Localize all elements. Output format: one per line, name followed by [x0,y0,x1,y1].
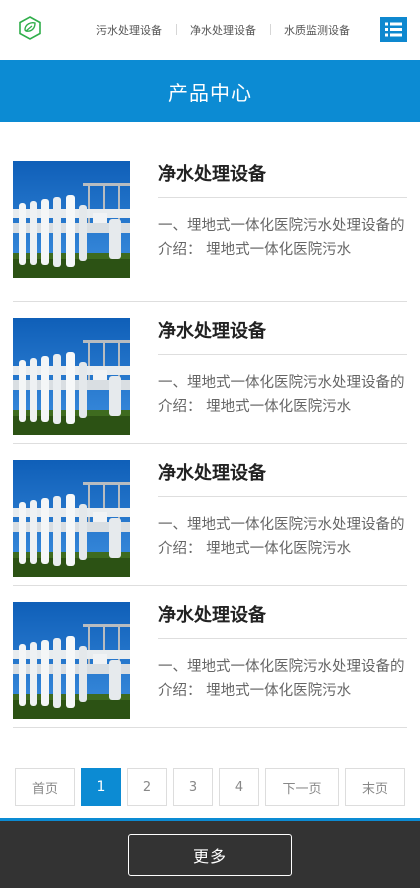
product-image[interactable] [13,602,130,719]
product-image[interactable] [13,460,130,577]
list-menu-button[interactable] [380,17,407,42]
list-menu-icon [385,22,402,37]
product-body: 净水处理设备 一、埋地式一体化医院污水处理设备的介绍： 埋地式一体化医院污水 [130,160,407,301]
footer-bar: 更多 [0,818,420,888]
last-page-button[interactable]: 末页 [345,768,405,806]
product-card[interactable]: 净水处理设备 一、埋地式一体化医院污水处理设备的介绍： 埋地式一体化医院污水 [13,586,407,728]
product-title[interactable]: 净水处理设备 [158,317,407,355]
page-button-4[interactable]: 4 [219,768,259,806]
page-button-1[interactable]: 1 [81,768,121,806]
product-image[interactable] [13,161,130,278]
page-title: 产品中心 [168,80,252,105]
page-banner: 产品中心 [0,60,420,122]
product-image[interactable] [13,318,130,435]
page-button-2[interactable]: 2 [127,768,167,806]
recycle-leaf-icon[interactable] [17,15,43,41]
page-button-3[interactable]: 3 [173,768,213,806]
top-nav: 污水处理设备 净水处理设备 水质监测设备 [82,0,364,60]
product-title[interactable]: 净水处理设备 [158,601,407,639]
product-description: 一、埋地式一体化医院污水处理设备的介绍： 埋地式一体化医院污水 [158,659,405,699]
product-list: 净水处理设备 一、埋地式一体化医院污水处理设备的介绍： 埋地式一体化医院污水 净… [0,122,420,728]
product-body: 净水处理设备 一、埋地式一体化医院污水处理设备的介绍： 埋地式一体化医院污水 [130,317,407,443]
top-header: 污水处理设备 净水处理设备 水质监测设备 [0,0,420,60]
nav-item-monitoring[interactable]: 水质监测设备 [270,22,364,38]
product-description: 一、埋地式一体化医院污水处理设备的介绍： 埋地式一体化医院污水 [158,218,405,258]
product-description: 一、埋地式一体化医院污水处理设备的介绍： 埋地式一体化医院污水 [158,517,405,557]
product-title[interactable]: 净水处理设备 [158,459,407,497]
product-card[interactable]: 净水处理设备 一、埋地式一体化医院污水处理设备的介绍： 埋地式一体化医院污水 [13,160,407,302]
product-title[interactable]: 净水处理设备 [158,160,407,198]
pagination: 首页 1 2 3 4 下一页 末页 [0,768,420,806]
product-card[interactable]: 净水处理设备 一、埋地式一体化医院污水处理设备的介绍： 埋地式一体化医院污水 [13,444,407,586]
nav-item-purification[interactable]: 净水处理设备 [176,22,270,38]
nav-item-sewage[interactable]: 污水处理设备 [82,22,176,38]
first-page-button[interactable]: 首页 [15,768,75,806]
product-card[interactable]: 净水处理设备 一、埋地式一体化医院污水处理设备的介绍： 埋地式一体化医院污水 [13,302,407,444]
more-button[interactable]: 更多 [128,834,292,876]
product-body: 净水处理设备 一、埋地式一体化医院污水处理设备的介绍： 埋地式一体化医院污水 [130,601,407,727]
next-page-button[interactable]: 下一页 [265,768,339,806]
product-body: 净水处理设备 一、埋地式一体化医院污水处理设备的介绍： 埋地式一体化医院污水 [130,459,407,585]
product-description: 一、埋地式一体化医院污水处理设备的介绍： 埋地式一体化医院污水 [158,375,405,415]
